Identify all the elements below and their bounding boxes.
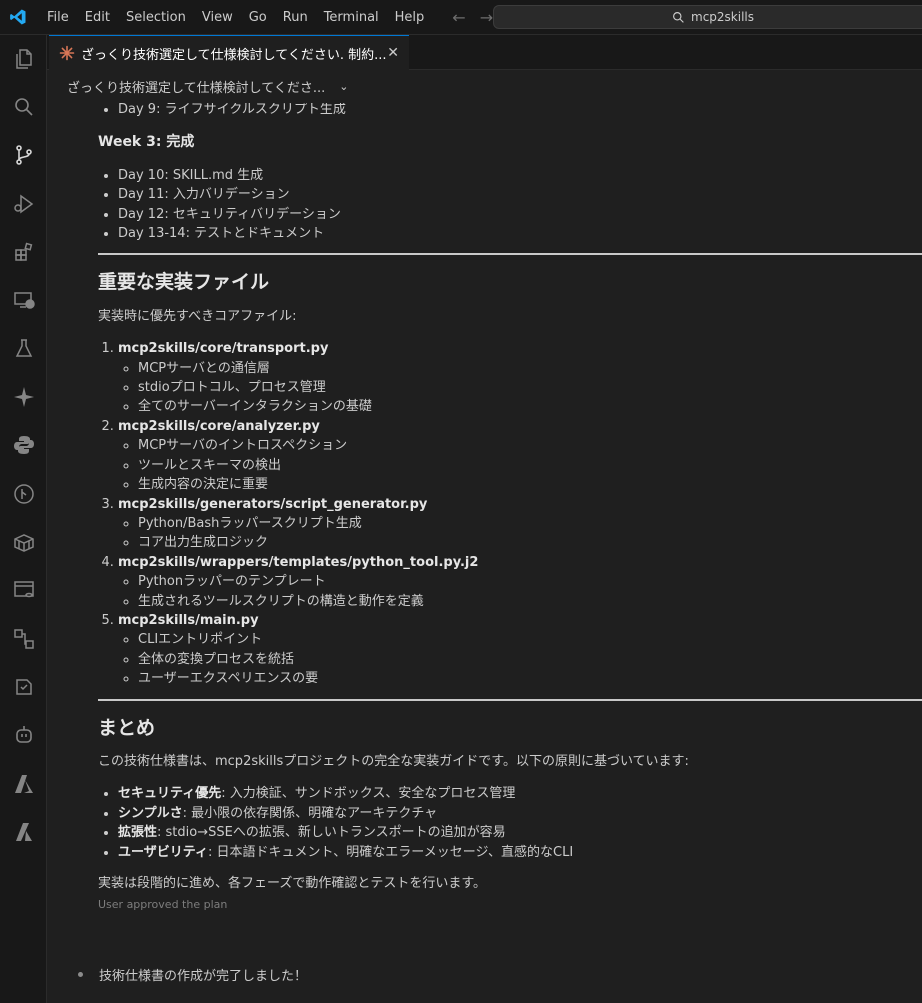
files-icon[interactable] [0,39,47,79]
session-title: ざっくり技術選定して仕様検討してくださ... [67,81,326,96]
list-item: ユーザーエクスペリエンスの要 [138,669,922,688]
menu-view[interactable]: View [194,0,241,35]
menu-file[interactable]: File [39,0,77,35]
title-bar: File Edit Selection View Go Run Terminal… [0,0,922,35]
list-item: CLIエントリポイント [138,630,922,649]
file-name: mcp2skills/generators/script_generator.p… [118,496,428,512]
file-item: mcp2skills/wrappers/templates/python_too… [118,553,922,611]
notebook-icon[interactable] [0,667,47,707]
file-name: mcp2skills/core/analyzer.py [118,418,320,434]
list-item: Day 11: 入力バリデーション [118,185,922,204]
azure-tools-icon[interactable] [0,812,47,852]
list-item: Day 12: セキュリティバリデーション [118,205,922,224]
tab-title: ざっくり技術選定して仕様検討してください. 制約... [81,47,387,63]
robot-icon[interactable] [0,715,47,755]
divider [98,698,922,701]
week3-heading: Week 3: 完成 [98,134,195,151]
menu-go[interactable]: Go [241,0,275,35]
nav-arrows: ← → [452,8,493,27]
workflow-icon[interactable] [0,619,47,659]
back-arrow-icon[interactable]: ← [452,8,465,27]
menu-selection[interactable]: Selection [118,0,194,35]
python-icon[interactable] [0,425,47,465]
list-item: Day 13-14: テストとドキュメント [118,224,922,243]
closing-text: 実装は段階的に進め、各フェーズで動作確認とテストを行います。 [98,876,487,891]
file-item: mcp2skills/core/analyzer.py MCPサーバのイントロス… [118,417,922,495]
search-icon [673,11,684,23]
file-name: mcp2skills/core/transport.py [118,341,329,357]
containers-icon[interactable] [0,522,47,562]
list-item: Python/Bashラッパースクリプト生成 [138,514,922,533]
files-list: mcp2skills/core/transport.py MCPサーバとの通信層… [98,339,922,688]
tab-chat-session[interactable]: ざっくり技術選定して仕様検討してください. 制約... ✕ [49,35,409,70]
remote-explorer-icon[interactable] [0,280,47,320]
azure-icon[interactable] [0,764,47,804]
file-name: mcp2skills/wrappers/templates/python_too… [118,554,479,570]
close-icon[interactable]: ✕ [387,45,399,61]
testing-icon[interactable] [0,329,47,369]
session-selector[interactable]: ざっくり技術選定して仕様検討してくださ... ⌄ [47,70,922,103]
approval-note: User approved the plan [98,898,228,912]
activity-bar [0,35,47,1003]
list-item: シンプルさ: 最小限の依存関係、明確なアーキテクチャ [118,804,922,823]
menu-terminal[interactable]: Terminal [316,0,387,35]
command-center-search[interactable]: mcp2skills [493,5,922,29]
list-item: MCPサーバのイントロスペクション [138,436,922,455]
principles-list: セキュリティ優先: 入力検証、サンドボックス、安全なプロセス管理 シンプルさ: … [98,784,922,862]
run-debug-icon[interactable] [0,184,47,224]
file-name: mcp2skills/main.py [118,612,259,628]
extensions-icon[interactable] [0,232,47,272]
file-item: mcp2skills/core/transport.py MCPサーバとの通信層… [118,339,922,417]
search-text: mcp2skills [691,10,754,24]
copilot-icon[interactable] [0,377,47,417]
list-item: ツールとスキーマの検出 [138,456,922,475]
menu-edit[interactable]: Edit [77,0,118,35]
file-item: mcp2skills/main.py CLIエントリポイント 全体の変換プロセス… [118,611,922,689]
list-item: ユーザビリティ: 日本語ドキュメント、明確なエラーメッセージ、直感的なCLI [118,843,922,862]
list-item: MCPサーバとの通信層 [138,359,922,378]
editor-tab-bar: ざっくり技術選定して仕様検討してください. 制約... ✕ [47,35,922,70]
vscode-logo-icon [7,6,29,28]
files-heading: 重要な実装ファイル [98,271,270,294]
list-item: セキュリティ優先: 入力検証、サンドボックス、安全なプロセス管理 [118,784,922,803]
list-item: 拡張性: stdio→SSEへの拡張、新しいトランスポートの追加が容易 [118,823,922,842]
chevron-down-icon[interactable]: ⌄ [339,80,348,93]
search-icon[interactable] [0,87,47,127]
final-message: 技術仕様書の作成が完了しました！ [78,965,307,984]
file-item: mcp2skills/generators/script_generator.p… [118,495,922,553]
week3-list: Day 10: SKILL.md 生成 Day 11: 入力バリデーション Da… [98,166,922,244]
menu-help[interactable]: Help [387,0,433,35]
chat-response: Day 9: ライフサイクルスクリプト生成 Week 3: 完成 Day 10:… [98,103,922,1003]
bullet-dot-icon [78,972,83,977]
list-item: Day 9: ライフサイクルスクリプト生成 [118,103,922,119]
forward-arrow-icon[interactable]: → [480,8,493,27]
week2-list: Day 9: ライフサイクルスクリプト生成 [98,103,922,119]
list-item: 全体の変換プロセスを統括 [138,650,922,669]
list-item: 全てのサーバーインタラクションの基礎 [138,397,922,416]
git-graph-icon[interactable] [0,474,47,514]
claude-icon [59,45,75,61]
list-item: 生成されるツールスクリプトの構造と動作を定義 [138,592,922,611]
source-control-icon[interactable] [0,135,47,175]
summary-heading: まとめ [98,716,156,739]
database-icon[interactable] [0,570,47,610]
menu-run[interactable]: Run [275,0,316,35]
list-item: 生成内容の決定に重要 [138,475,922,494]
final-text: 技術仕様書の作成が完了しました！ [99,969,308,984]
summary-intro: この技術仕様書は、mcp2skillsプロジェクトの完全な実装ガイドです。以下の… [98,753,689,769]
divider [98,253,922,256]
files-intro: 実装時に優先すべきコアファイル: [98,308,297,324]
list-item: コア出力生成ロジック [138,533,922,552]
list-item: Day 10: SKILL.md 生成 [118,166,922,185]
list-item: Pythonラッパーのテンプレート [138,572,922,591]
list-item: stdioプロトコル、プロセス管理 [138,378,922,397]
